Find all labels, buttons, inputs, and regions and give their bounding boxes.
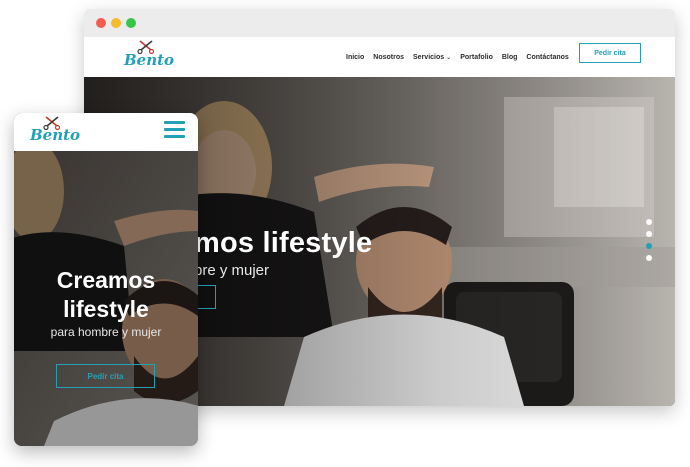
mobile-pedir-cita-button[interactable]: Pedir cita <box>56 364 155 388</box>
mobile-hero: Creamos lifestyle para hombre y mujer Pe… <box>14 151 198 446</box>
nav-item-portafolio[interactable]: Portafolio <box>460 54 493 61</box>
nav-item-contactanos[interactable]: Contáctanos <box>526 54 568 61</box>
mobile-hero-headline-line-2: lifestyle <box>63 296 149 322</box>
slider-dot[interactable] <box>646 219 652 225</box>
nav-item-nosotros[interactable]: Nosotros <box>373 54 404 61</box>
nav-item-servicios-label: Servicios <box>413 53 445 61</box>
mobile-header: Bento <box>14 113 198 151</box>
pedir-cita-button[interactable]: Pedir cita <box>579 43 641 63</box>
bento-logo[interactable]: Bento <box>30 116 80 148</box>
bento-logo[interactable]: Bento <box>124 40 174 72</box>
hero-headline: mos lifestyle <box>194 227 373 259</box>
nav-item-blog[interactable]: Blog <box>502 54 518 61</box>
chevron-down-icon: ⌄ <box>446 54 452 61</box>
slider-pagination <box>646 219 654 267</box>
minimize-window-icon[interactable] <box>111 18 121 28</box>
logo-wordmark: Bento <box>30 126 81 144</box>
close-window-icon[interactable] <box>96 18 106 28</box>
hamburger-menu-icon[interactable] <box>164 121 185 138</box>
mobile-hero-headline-line-1: Creamos <box>56 267 156 293</box>
mobile-device: Bento Creamos lifestyle para hombre y mu… <box>14 113 198 446</box>
maximize-window-icon[interactable] <box>126 18 136 28</box>
nav-item-servicios[interactable]: Servicios ⌄ <box>413 54 451 61</box>
mobile-hero-headline: Creamos lifestyle <box>14 266 198 324</box>
slider-dot[interactable] <box>646 255 652 261</box>
browser-title-bar <box>84 9 675 37</box>
nav-item-inicio[interactable]: Inicio <box>346 54 364 61</box>
logo-wordmark: Bento <box>124 51 175 69</box>
hero-subtitle: bre y mujer <box>194 262 270 279</box>
site-header: Bento Inicio Nosotros Servicios ⌄ Portaf… <box>84 37 675 77</box>
main-nav: Inicio Nosotros Servicios ⌄ Portafolio B… <box>346 37 578 77</box>
slider-dot-active[interactable] <box>646 243 652 249</box>
slider-dot[interactable] <box>646 231 652 237</box>
mobile-hero-subtitle: para hombre y mujer <box>50 325 162 339</box>
